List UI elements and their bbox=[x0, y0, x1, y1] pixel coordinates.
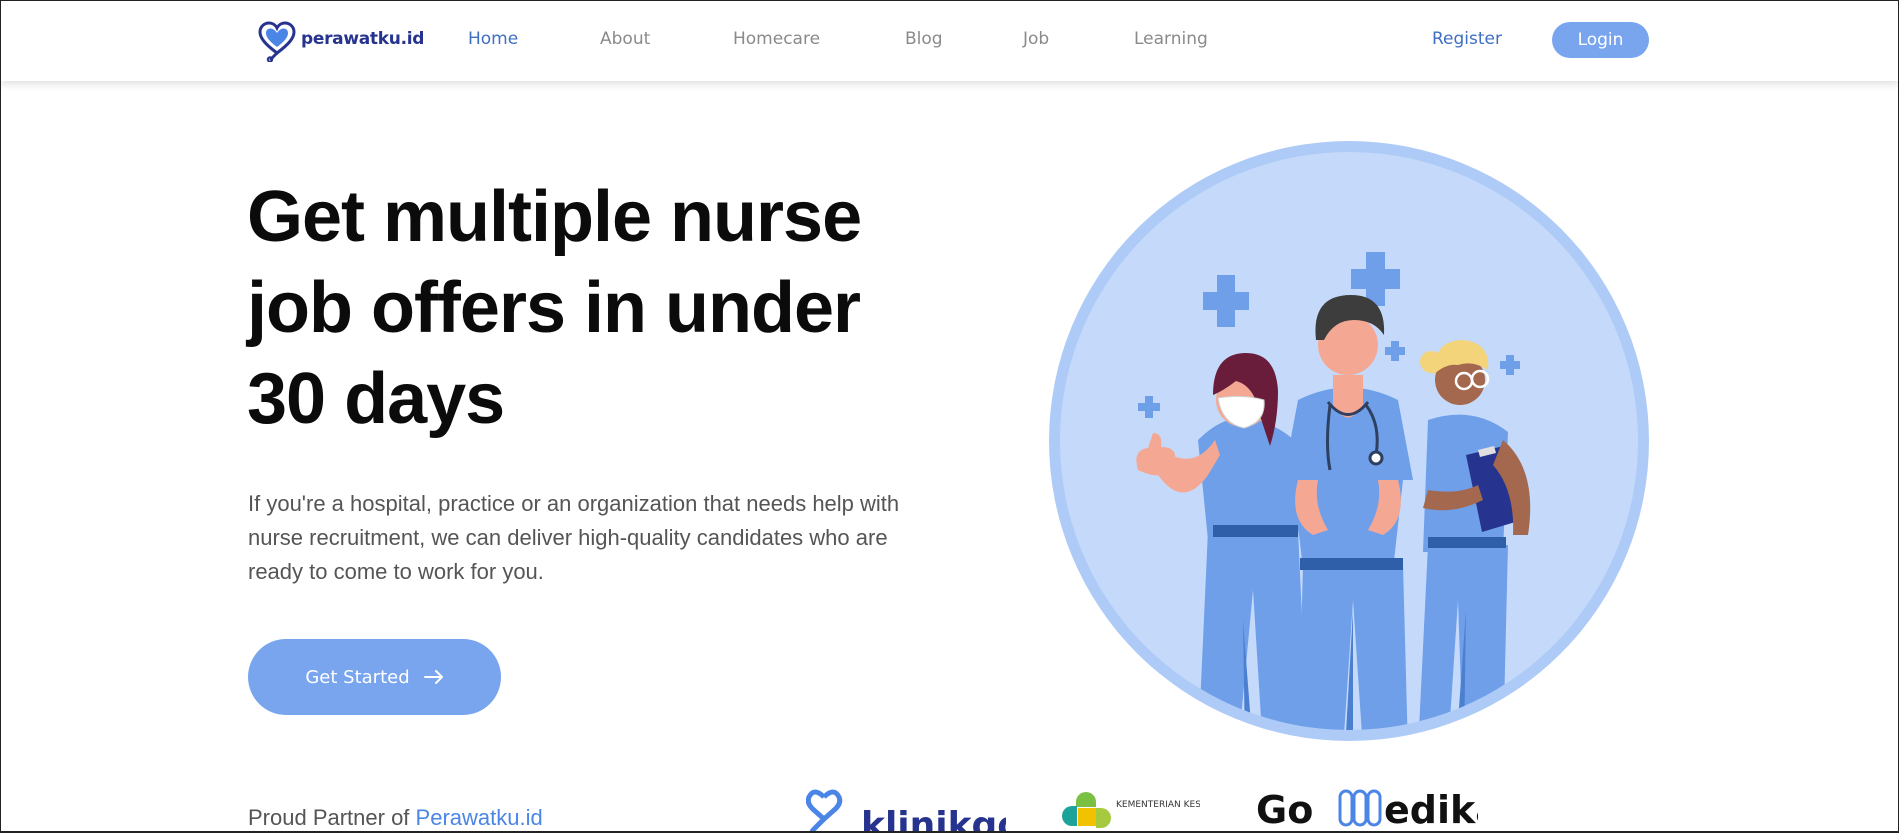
nav-learning[interactable]: Learning bbox=[1134, 29, 1208, 49]
nav-homecare[interactable]: Homecare bbox=[733, 29, 820, 49]
kemenkes-text: KEMENTERIAN KESEHATAN REPUBLIK bbox=[1116, 800, 1200, 810]
brand-logo[interactable]: perawatku.id bbox=[257, 20, 424, 62]
get-started-button[interactable]: Get Started bbox=[248, 639, 501, 715]
top-navbar: perawatku.id Home About Homecare Blog Jo… bbox=[0, 0, 1899, 81]
gomedika-wordmark-a: Go bbox=[1256, 788, 1313, 832]
kemenkes-logo: KEMENTERIAN KESEHATAN REPUBLIK bbox=[1062, 792, 1200, 828]
partner-prefix: Proud Partner of bbox=[248, 805, 416, 830]
heart-stethoscope-icon bbox=[258, 21, 296, 62]
login-button[interactable]: Login bbox=[1552, 22, 1649, 58]
arrow-right-icon bbox=[423, 670, 443, 684]
nav-blog[interactable]: Blog bbox=[905, 29, 943, 49]
hero-description: If you're a hospital, practice or an org… bbox=[248, 491, 900, 584]
partner-link[interactable]: Perawatku.id bbox=[416, 805, 543, 830]
nav-job[interactable]: Job bbox=[1023, 29, 1049, 49]
get-started-label: Get Started bbox=[305, 666, 410, 688]
gomedika-logo: Go edika bbox=[1256, 788, 1478, 832]
hero-title: Get multiple nurse job offers in under 3… bbox=[247, 177, 862, 439]
pill-m-icon bbox=[1338, 789, 1382, 827]
nav-about[interactable]: About bbox=[600, 29, 650, 49]
klinikgo-wordmark: klinikgo bbox=[861, 805, 1006, 833]
register-link[interactable]: Register bbox=[1432, 29, 1502, 49]
brand-name: perawatku.id bbox=[301, 29, 425, 49]
nav-home[interactable]: Home bbox=[468, 29, 518, 49]
partner-statement: Proud Partner of Perawatku.id bbox=[248, 805, 543, 831]
klinikgo-logo: klinikgo bbox=[806, 789, 1006, 833]
three-nurses-illustration bbox=[1049, 141, 1649, 741]
gomedika-wordmark-b: edika bbox=[1384, 788, 1478, 832]
